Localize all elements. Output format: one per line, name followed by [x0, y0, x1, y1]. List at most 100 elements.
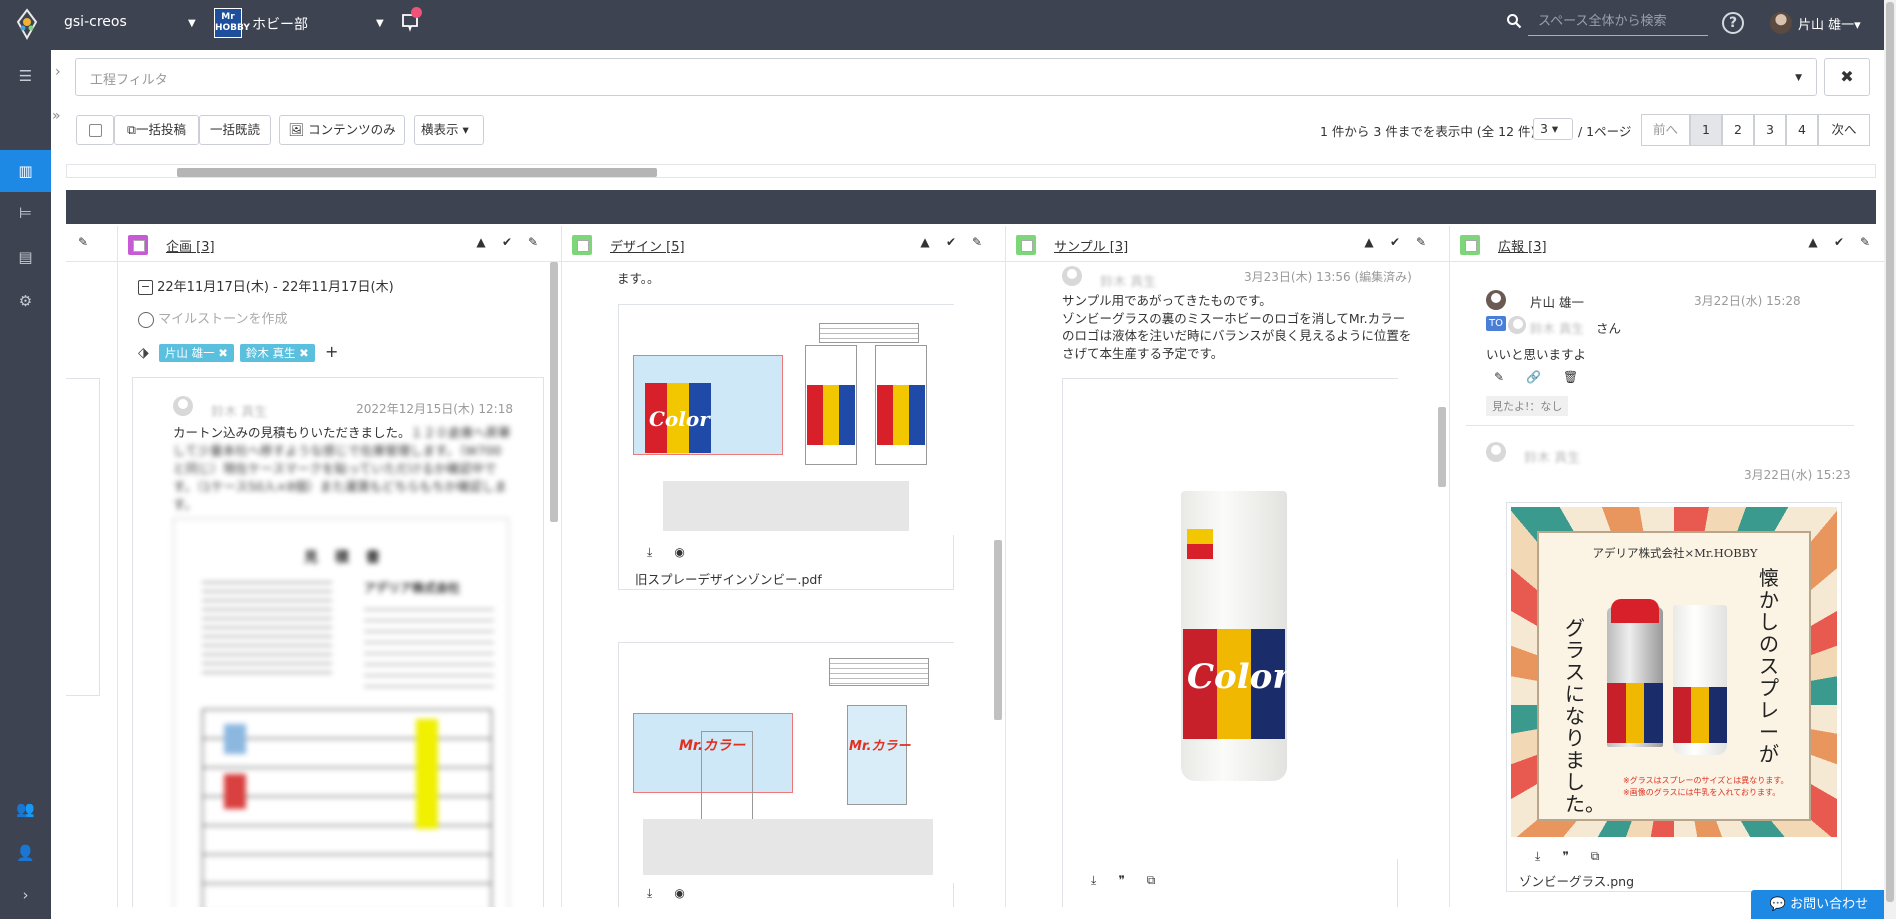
- post-text: のロゴは液体を注いだ時にバランスが良く見えるように位置を: [1062, 328, 1412, 343]
- column-title[interactable]: 広報 [3]: [1498, 236, 1547, 255]
- column-checkbox[interactable]: [572, 235, 592, 255]
- check-icon[interactable]: ✔: [494, 235, 520, 249]
- user-menu[interactable]: 片山 雄一▾: [1798, 14, 1861, 33]
- users-icon[interactable]: 👥: [0, 788, 51, 830]
- column-design: ます。。 Color ⤓ ◉ 旧スプレーデザインゾンビー.pdf Mr.カラー M…: [562, 262, 1005, 907]
- preview-eye-icon[interactable]: ◉: [674, 545, 684, 559]
- copy-icon[interactable]: ⧉: [1591, 849, 1600, 864]
- column-scrollbar[interactable]: [550, 262, 558, 522]
- double-chevron-right-icon[interactable]: »: [52, 108, 61, 124]
- per-page-select[interactable]: 3 ▾: [1533, 118, 1573, 140]
- quote-icon[interactable]: ❞: [1118, 873, 1124, 887]
- bulk-read-button[interactable]: 一括既読: [199, 115, 271, 145]
- edit-icon[interactable]: ✎: [1408, 235, 1434, 249]
- sample-glass-photo[interactable]: Color: [1063, 379, 1399, 859]
- mr-color-logo: Mr.カラー: [679, 738, 746, 754]
- chevron-down-icon[interactable]: ▼: [1795, 73, 1802, 83]
- page-scrollbar[interactable]: [1884, 0, 1896, 919]
- assignee-tag[interactable]: 鈴木 真生 ✖: [239, 344, 315, 362]
- page-1-button[interactable]: 1: [1690, 114, 1722, 146]
- edit-icon[interactable]: ✎: [1852, 235, 1878, 249]
- clear-filter-button[interactable]: ✖: [1824, 58, 1870, 96]
- post-header: 鈴木 真生: [1466, 442, 1580, 466]
- sort-up-icon[interactable]: ▲: [1800, 235, 1826, 249]
- project-name[interactable]: ホビー部: [252, 14, 308, 34]
- avatar[interactable]: [1770, 12, 1792, 34]
- add-tag-button[interactable]: +: [325, 342, 338, 361]
- file-name[interactable]: ゾンビーグラス.png: [1519, 871, 1634, 890]
- download-icon[interactable]: ⤓: [1091, 873, 1096, 888]
- process-filter[interactable]: 工程フィルタ ▼: [75, 58, 1817, 96]
- link-icon[interactable]: 🔗: [1526, 370, 1541, 384]
- post-text: さげて本生産する予定です。: [1062, 345, 1224, 361]
- design-pdf-preview[interactable]: Color: [619, 305, 955, 535]
- chevron-down-icon[interactable]: ▼: [376, 18, 384, 29]
- help-icon[interactable]: ?: [1722, 12, 1744, 34]
- contact-button[interactable]: 💬 お問い合わせ: [1751, 890, 1887, 919]
- reply-text: いいと思いますよ: [1486, 347, 1587, 362]
- check-icon[interactable]: ✔: [938, 235, 964, 249]
- quote-icon[interactable]: ❞: [1562, 849, 1568, 863]
- scroll-thumb[interactable]: [177, 168, 657, 177]
- edit-icon[interactable]: ✎: [78, 235, 88, 249]
- edit-icon[interactable]: ✎: [1494, 370, 1504, 384]
- download-icon[interactable]: ⤓: [647, 886, 652, 901]
- gantt-icon[interactable]: ⊨: [0, 192, 51, 234]
- prev-page-button[interactable]: 前へ: [1641, 114, 1690, 146]
- chevron-right-icon[interactable]: ›: [55, 64, 61, 80]
- gear-icon[interactable]: ⚙: [0, 280, 51, 322]
- milestone-row[interactable]: マイルストーンを作成: [138, 308, 288, 328]
- page-3-button[interactable]: 3: [1754, 114, 1786, 146]
- trash-icon[interactable]: 🗑: [1563, 370, 1578, 384]
- add-user-icon[interactable]: 👤: [0, 832, 51, 874]
- download-icon[interactable]: ⤓: [647, 545, 652, 560]
- column-scrollbar[interactable]: [994, 540, 1002, 720]
- page-2-button[interactable]: 2: [1722, 114, 1754, 146]
- board-icon[interactable]: ▥: [0, 150, 51, 192]
- contact-label: お問い合わせ: [1790, 897, 1869, 912]
- column-checkbox[interactable]: [1016, 235, 1036, 255]
- quotation-document-image[interactable]: 見 積 書 アデリア株式会社: [173, 518, 509, 907]
- expand-sidebar-icon[interactable]: ›: [0, 874, 51, 916]
- column-scrollbar[interactable]: [1438, 407, 1446, 487]
- document-icon[interactable]: ▤: [0, 236, 51, 278]
- sort-up-icon[interactable]: ▲: [468, 235, 494, 249]
- preview-eye-icon[interactable]: ◉: [674, 886, 684, 900]
- seen-indicator[interactable]: 見たよ!：なし: [1486, 396, 1569, 416]
- sort-up-icon[interactable]: ▲: [912, 235, 938, 249]
- assignee-tag[interactable]: 片山 雄一 ✖: [158, 344, 234, 362]
- column-title[interactable]: デザイン [5]: [610, 236, 685, 255]
- edit-icon[interactable]: ✎: [964, 235, 990, 249]
- check-icon[interactable]: ✔: [1826, 235, 1852, 249]
- page-4-button[interactable]: 4: [1786, 114, 1818, 146]
- column-checkbox[interactable]: [1460, 235, 1480, 255]
- bulk-post-button[interactable]: ⧉一括投稿: [114, 115, 199, 145]
- date-range[interactable]: 22年11月17日(木) - 22年11月17日(木): [157, 280, 394, 295]
- paging-summary: 1 件から 3 件までを表示中 (全 12 件): [1320, 124, 1536, 139]
- file-name[interactable]: 旧スプレーデザインゾンビー.pdf: [635, 569, 822, 588]
- promo-poster-image[interactable]: アデリア株式会社×Mr.HOBBY 懐かしのスプレーが グラスになりました。 ※…: [1511, 507, 1837, 837]
- chevron-down-icon[interactable]: ▼: [188, 18, 196, 29]
- select-all-checkbox[interactable]: [76, 115, 114, 145]
- filter-placeholder: 工程フィルタ: [90, 73, 168, 88]
- display-mode-select[interactable]: 横表示 ▾: [414, 115, 484, 145]
- copy-icon[interactable]: ⧉: [1147, 873, 1156, 888]
- file-actions: ⤓ ◉: [647, 545, 707, 560]
- sort-up-icon[interactable]: ▲: [1356, 235, 1382, 249]
- horizontal-scrollbar[interactable]: [66, 164, 1876, 178]
- image-icon: 🖼: [288, 122, 305, 137]
- next-page-button[interactable]: 次へ: [1818, 114, 1870, 146]
- check-icon[interactable]: ✔: [1382, 235, 1408, 249]
- search-input[interactable]: [1528, 8, 1708, 36]
- scroll-thumb[interactable]: [1886, 2, 1894, 902]
- edit-icon[interactable]: ✎: [520, 235, 546, 249]
- design-pdf-preview[interactable]: Mr.カラー Mr.カラー: [619, 643, 955, 883]
- column-title[interactable]: サンプル [3]: [1054, 236, 1128, 255]
- app-logo-icon[interactable]: [14, 8, 40, 42]
- space-name[interactable]: gsi-creos: [64, 14, 127, 30]
- download-icon[interactable]: ⤓: [1535, 849, 1540, 864]
- list-icon[interactable]: ☰: [0, 55, 51, 97]
- contents-only-button[interactable]: 🖼 コンテンツのみ: [279, 115, 405, 145]
- column-title[interactable]: 企画 [3]: [166, 236, 215, 255]
- column-checkbox[interactable]: [128, 235, 148, 255]
